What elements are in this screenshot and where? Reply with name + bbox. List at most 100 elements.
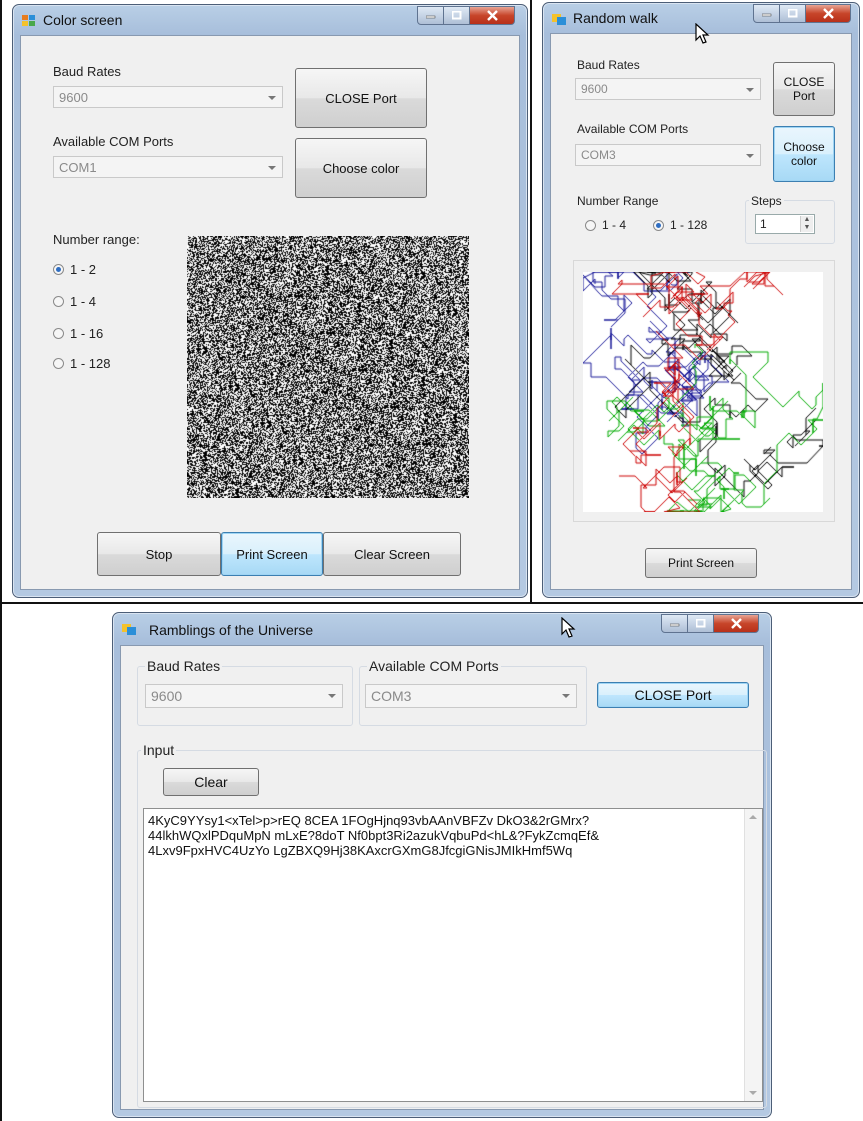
- radio-dot: [53, 296, 64, 307]
- range-radio-1-4[interactable]: 1 - 4: [585, 218, 626, 232]
- baud-rates-label: Baud Rates: [577, 58, 640, 72]
- app-icon: [122, 624, 136, 635]
- number-range-label: Number range:: [53, 232, 140, 247]
- baud-rates-value: 9600: [581, 82, 608, 96]
- stop-button[interactable]: Stop: [97, 532, 221, 576]
- random-noise-canvas: [187, 236, 469, 498]
- range-label: 1 - 4: [70, 294, 97, 309]
- baud-rates-value: 9600: [59, 90, 88, 105]
- maximize-icon: [695, 619, 705, 628]
- range-label: 1 - 2: [70, 262, 97, 277]
- close-button[interactable]: [470, 6, 515, 25]
- scroll-up-icon[interactable]: [749, 815, 757, 819]
- steps-label: Steps: [749, 194, 784, 208]
- random-walk-canvas: [583, 272, 823, 512]
- spinner-arrows-icon[interactable]: ▲ ▼: [800, 216, 813, 232]
- random-walk-window: Random walk Baud Rates 9600 Available CO…: [542, 2, 860, 598]
- com-ports-combo[interactable]: COM1: [53, 156, 283, 178]
- minimize-button[interactable]: [417, 6, 444, 25]
- baud-rates-combo[interactable]: 9600: [53, 86, 283, 108]
- maximize-button[interactable]: [688, 614, 714, 633]
- radio-dot: [585, 219, 596, 231]
- range-radio-1-2[interactable]: 1 - 2: [53, 262, 96, 277]
- minimize-icon: [669, 623, 679, 626]
- choose-color-button[interactable]: Choose color: [295, 138, 427, 198]
- close-port-button[interactable]: CLOSE Port: [597, 682, 749, 708]
- com-port-value: COM3: [581, 148, 616, 162]
- window-title: Ramblings of the Universe: [149, 622, 314, 638]
- text-line: 4KyC9YYsy1<xTel>p>rEQ 8CEA 1FOgHjnq93vbA…: [148, 813, 590, 828]
- scroll-down-icon[interactable]: [749, 1091, 757, 1095]
- app-icon: [22, 15, 35, 26]
- frame-line-middle: [0, 602, 863, 604]
- com-ports-label: Available COM Ports: [367, 658, 501, 674]
- close-port-button[interactable]: CLOSE Port: [295, 68, 427, 128]
- com-ports-combo[interactable]: COM3: [575, 144, 761, 166]
- clear-screen-button[interactable]: Clear Screen: [323, 532, 461, 576]
- choose-color-button[interactable]: Choose color: [773, 126, 835, 182]
- input-label: Input: [141, 742, 177, 758]
- com-ports-combo[interactable]: COM3: [365, 684, 577, 708]
- ramblings-client: Baud Rates 9600 Available COM Ports COM3…: [120, 645, 767, 1110]
- mouse-cursor-icon: [561, 617, 576, 638]
- steps-value: 1: [760, 217, 767, 231]
- vertical-scrollbar[interactable]: [744, 809, 762, 1101]
- color-screen-titlebar[interactable]: Color screen: [13, 5, 527, 35]
- chevron-down-icon: [746, 154, 754, 158]
- print-screen-button[interactable]: Print Screen: [221, 532, 323, 576]
- maximize-icon: [451, 11, 461, 20]
- chevron-down-icon: [268, 96, 276, 100]
- maximize-button[interactable]: [780, 4, 806, 23]
- minimize-button[interactable]: [661, 614, 688, 633]
- range-radio-1-4[interactable]: 1 - 4: [53, 294, 96, 309]
- steps-numeric-updown[interactable]: 1 ▲ ▼: [755, 214, 815, 234]
- baud-rates-value: 9600: [151, 688, 183, 704]
- close-button[interactable]: [714, 614, 759, 633]
- chevron-down-icon: [268, 166, 276, 170]
- minimize-icon: [425, 15, 435, 18]
- close-port-button[interactable]: CLOSE Port: [773, 62, 835, 116]
- close-icon: [486, 10, 498, 21]
- range-radio-1-128[interactable]: 1 - 128: [653, 218, 707, 232]
- text-line: 44lkhWQxlPDquMpN mLxE?8doT Nf0bpt3Ri2azu…: [148, 828, 600, 843]
- minimize-button[interactable]: [753, 4, 780, 23]
- range-label: 1 - 128: [70, 356, 111, 371]
- range-label: 1 - 16: [70, 326, 104, 341]
- chevron-down-icon: [562, 694, 570, 698]
- radio-dot: [653, 219, 664, 231]
- chevron-down-icon: [746, 88, 754, 92]
- chevron-down-icon: [328, 694, 336, 698]
- maximize-button[interactable]: [444, 6, 470, 25]
- print-screen-button[interactable]: Print Screen: [645, 548, 757, 578]
- app-icon: [552, 14, 566, 25]
- radio-dot: [53, 328, 64, 339]
- color-screen-window: Color screen Baud Rates 9600 Available C…: [12, 4, 528, 598]
- ramblings-window: Ramblings of the Universe Baud Rates 960…: [112, 612, 772, 1118]
- baud-rates-label: Baud Rates: [53, 64, 121, 79]
- baud-rates-combo[interactable]: 9600: [575, 78, 761, 100]
- range-radio-1-16[interactable]: 1 - 16: [53, 326, 103, 341]
- close-icon: [822, 8, 834, 19]
- close-button[interactable]: [806, 4, 851, 23]
- radio-dot: [53, 358, 64, 369]
- maximize-icon: [787, 9, 797, 18]
- com-ports-label: Available COM Ports: [53, 134, 174, 149]
- number-range-label: Number Range: [577, 194, 659, 208]
- color-screen-client: Baud Rates 9600 Available COM Ports COM1…: [20, 35, 520, 590]
- range-label: 1 - 4: [602, 218, 627, 232]
- range-radio-1-128[interactable]: 1 - 128: [53, 356, 110, 371]
- ramblings-titlebar[interactable]: Ramblings of the Universe: [113, 613, 771, 643]
- com-port-value: COM1: [59, 160, 97, 175]
- close-icon: [730, 618, 742, 629]
- frame-line-divider: [530, 0, 532, 602]
- minimize-icon: [761, 13, 771, 16]
- window-title: Color screen: [43, 12, 123, 28]
- clear-button[interactable]: Clear: [163, 768, 259, 796]
- mouse-cursor-icon: [695, 23, 710, 44]
- com-port-value: COM3: [371, 688, 412, 704]
- baud-rates-combo[interactable]: 9600: [145, 684, 343, 708]
- random-walk-client: Baud Rates 9600 Available COM Ports COM3…: [550, 33, 852, 590]
- range-label: 1 - 128: [670, 218, 708, 232]
- frame-line-left: [0, 0, 2, 1121]
- input-textarea[interactable]: 4KyC9YYsy1<xTel>p>rEQ 8CEA 1FOgHjnq93vbA…: [143, 808, 763, 1102]
